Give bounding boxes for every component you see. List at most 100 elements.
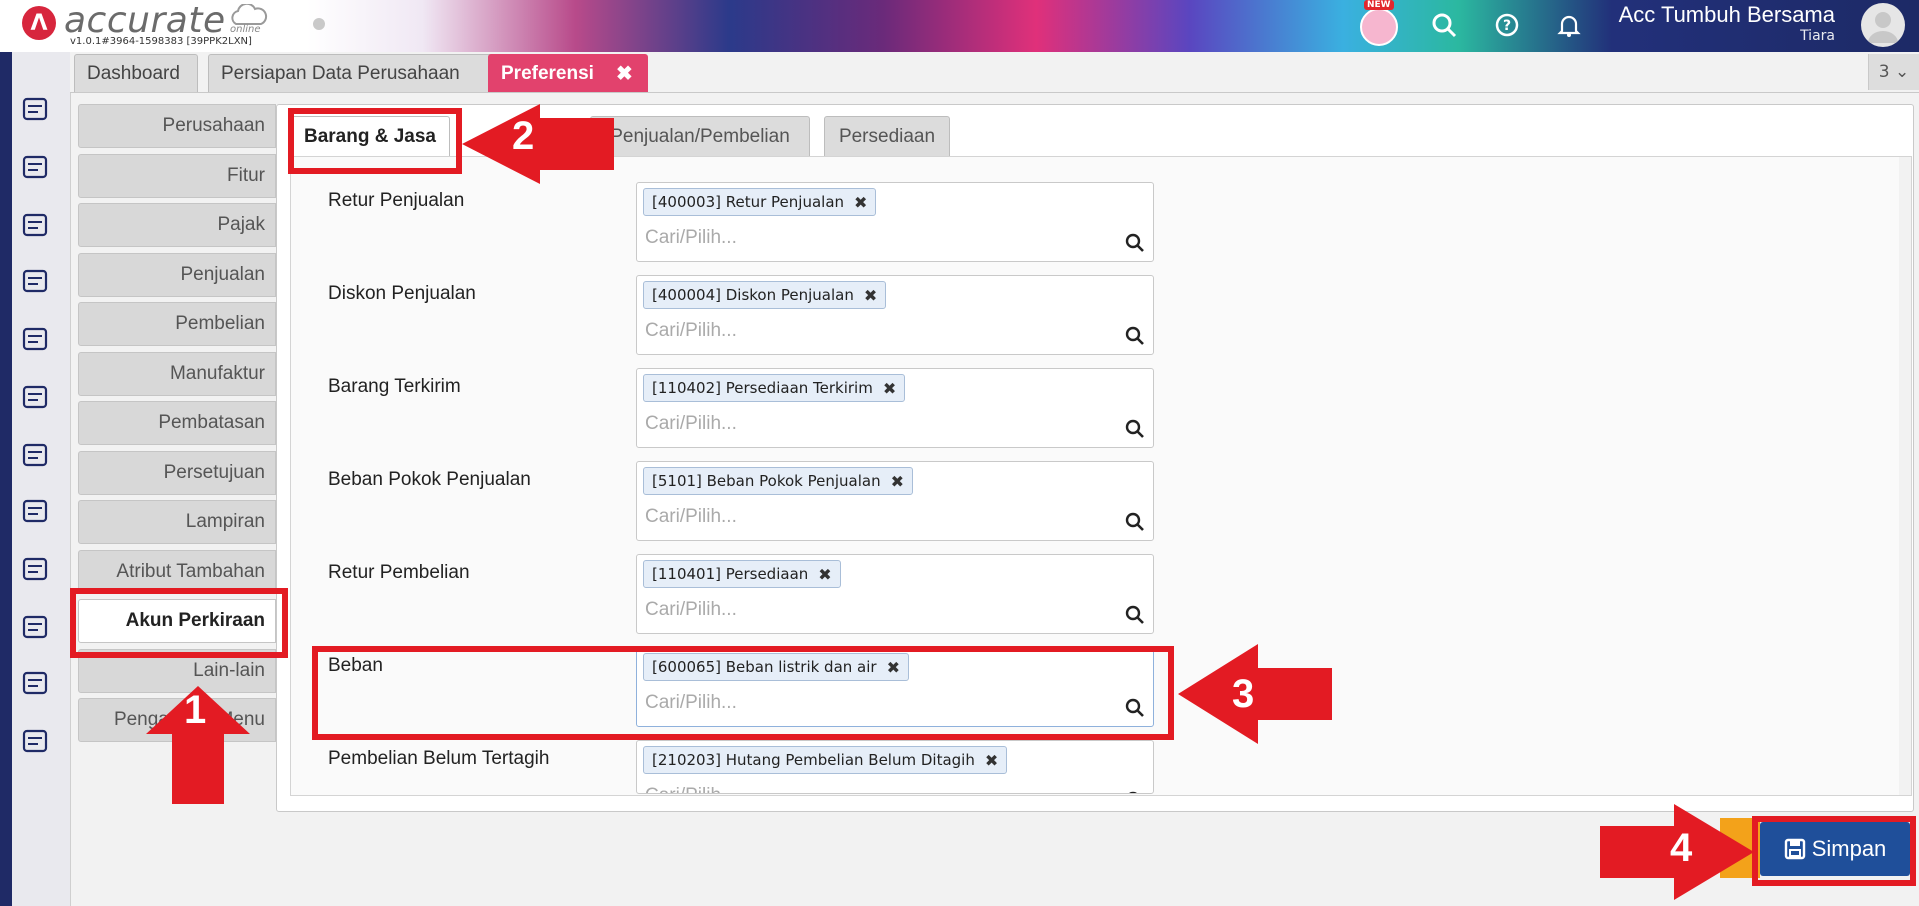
chip-label: [110401] Persediaan	[652, 565, 809, 583]
account-select[interactable]: [110402] Persediaan Terkirim ✖ Cari/Pilih.…	[636, 368, 1154, 448]
menu-item-penjualan[interactable]: Penjualan	[78, 252, 276, 297]
top-tab-bar: Dashboard Persiapan Data Perusahaan Pref…	[70, 52, 1919, 93]
remove-chip-icon[interactable]: ✖	[891, 472, 904, 491]
annotation-3: 3	[1232, 672, 1255, 716]
truck-icon[interactable]	[18, 610, 52, 644]
cart-box-icon[interactable]	[18, 494, 52, 528]
field-label: Retur Pembelian	[328, 562, 470, 583]
remove-chip-icon[interactable]: ✖	[864, 286, 877, 305]
bell-icon[interactable]	[1554, 10, 1584, 40]
selected-account-chip: [110401] Persediaan ✖	[643, 560, 841, 588]
tab-dashboard[interactable]: Dashboard	[74, 54, 198, 92]
money-bag-icon[interactable]	[18, 380, 52, 414]
search-icon[interactable]	[1125, 605, 1145, 625]
remove-chip-icon[interactable]: ✖	[883, 379, 896, 398]
menu-item-atribut-tambahan[interactable]: Atribut Tambahan	[78, 549, 276, 594]
menu-item-pembelian[interactable]: Pembelian	[78, 302, 276, 346]
menu-item-label: Perusahaan	[162, 115, 265, 136]
account-select[interactable]: [110401] Persediaan ✖ Cari/Pilih...	[636, 554, 1154, 634]
search-icon[interactable]	[1125, 326, 1145, 346]
selected-account-chip: [110402] Persediaan Terkirim ✖	[643, 374, 906, 402]
highlight-beban	[312, 646, 1174, 740]
account-select[interactable]: [400004] Diskon Penjualan ✖ Cari/Pilih...	[636, 275, 1154, 355]
chip-label: [400003] Retur Penjualan	[652, 193, 845, 211]
tab-count-dropdown[interactable]: 3 ⌄	[1868, 54, 1919, 90]
selected-account-chip: [400004] Diskon Penjualan ✖	[643, 281, 887, 309]
account-select[interactable]: [210203] Hutang Pembelian Belum Ditagih ✖…	[636, 740, 1154, 794]
search-icon[interactable]	[1125, 233, 1145, 253]
menu-item-manufaktur[interactable]: Manufaktur	[78, 351, 276, 396]
search-input[interactable]: Cari/Pilih...	[645, 506, 737, 528]
selected-account-chip: [400003] Retur Penjualan ✖	[643, 188, 877, 216]
factory-icon[interactable]	[18, 552, 52, 586]
avatar[interactable]	[1861, 3, 1905, 47]
annotation-2: 2	[512, 114, 535, 158]
app-header: Λ accurate online v1.0.1#3964-1598383 [3…	[0, 0, 1919, 52]
remove-chip-icon[interactable]: ✖	[854, 193, 867, 212]
building-icon[interactable]	[18, 208, 52, 242]
menu-item-label: Persetujuan	[163, 461, 265, 483]
field-label: Barang Terkirim	[328, 376, 461, 397]
menu-item-label: Lampiran	[185, 511, 265, 532]
menu-item-label: Fitur	[227, 164, 265, 186]
scrollbar[interactable]	[1899, 157, 1911, 795]
arrow-2-icon	[462, 104, 614, 184]
help-icon[interactable]: ?	[1492, 10, 1522, 40]
version-text: v1.0.1#3964-1598383 [39PPK2LXN]	[70, 36, 252, 47]
menu-item-label: Atribut Tambahan	[116, 560, 265, 582]
account-select[interactable]: [400003] Retur Penjualan ✖ Cari/Pilih...	[636, 182, 1154, 262]
chip-label: [400004] Diskon Penjualan	[652, 286, 854, 304]
menu-item-pajak[interactable]: Pajak	[78, 203, 276, 247]
cash-register-icon[interactable]	[18, 150, 52, 184]
status-dot	[313, 18, 325, 30]
menu-item-lampiran[interactable]: Lampiran	[78, 500, 276, 544]
close-icon[interactable]: ✖	[616, 61, 633, 86]
search-icon[interactable]	[1125, 512, 1145, 532]
search-icon[interactable]	[1429, 10, 1459, 40]
remove-chip-icon[interactable]: ✖	[818, 565, 831, 584]
arrow-3-icon	[1178, 644, 1332, 744]
highlight-akun-perkiraan	[70, 588, 288, 658]
field-label: Retur Penjualan	[328, 190, 465, 211]
bank-icon[interactable]	[18, 322, 52, 356]
menu-item-label: Lain-lain	[193, 659, 265, 681]
book-icon[interactable]	[18, 264, 52, 298]
cart-icon[interactable]	[18, 438, 52, 472]
company-name: Acc Tumbuh Bersama	[1618, 2, 1835, 27]
tax-icon[interactable]	[18, 666, 52, 700]
selected-account-chip: [210203] Hutang Pembelian Belum Ditagih ✖	[643, 746, 1008, 774]
search-input[interactable]: Cari/Pilih...	[645, 785, 737, 793]
mascot-icon[interactable]	[1360, 8, 1398, 46]
menu-item-label: Pembatasan	[158, 412, 265, 433]
account-select[interactable]: [5101] Beban Pokok Penjualan ✖ Cari/Pilih.…	[636, 461, 1154, 541]
tab-penjualan-pembelian[interactable]: Penjualan/Pembelian	[590, 116, 810, 156]
menu-item-label: Penjualan	[180, 263, 265, 285]
search-input[interactable]: Cari/Pilih...	[645, 599, 737, 621]
chip-label: [110402] Persediaan Terkirim	[652, 379, 873, 397]
tab-label: Persiapan Data Perusahaan	[221, 62, 460, 84]
tab-label: Dashboard	[87, 62, 180, 84]
menu-item-label: Pembelian	[175, 313, 265, 334]
chart-icon[interactable]	[18, 724, 52, 758]
annotation-4: 4	[1670, 826, 1693, 870]
search-icon[interactable]	[1125, 419, 1145, 439]
menu-item-perusahaan[interactable]: Perusahaan	[78, 104, 276, 148]
logo-sub: online	[230, 24, 261, 35]
gear-icon[interactable]	[18, 92, 52, 126]
menu-item-label: Manufaktur	[169, 362, 265, 384]
tab-persediaan[interactable]: Persediaan	[824, 116, 950, 156]
company-info[interactable]: Acc Tumbuh Bersama Tiara	[1619, 2, 1835, 44]
menu-item-persetujuan[interactable]: Persetujuan	[78, 450, 276, 495]
remove-chip-icon[interactable]: ✖	[985, 751, 998, 770]
logo-text: accurate	[64, 0, 226, 41]
menu-item-pembatasan[interactable]: Pembatasan	[78, 401, 276, 445]
highlight-simpan	[1752, 816, 1916, 886]
menu-item-fitur[interactable]: Fitur	[78, 153, 276, 198]
search-input[interactable]: Cari/Pilih...	[645, 227, 737, 249]
search-icon[interactable]	[1125, 791, 1145, 794]
search-input[interactable]: Cari/Pilih...	[645, 413, 737, 435]
tab-preferensi[interactable]: Preferensi ✖	[488, 54, 648, 92]
user-name: Tiara	[1800, 28, 1835, 44]
logo-mark-icon: Λ	[22, 6, 56, 40]
search-input[interactable]: Cari/Pilih...	[645, 320, 737, 342]
